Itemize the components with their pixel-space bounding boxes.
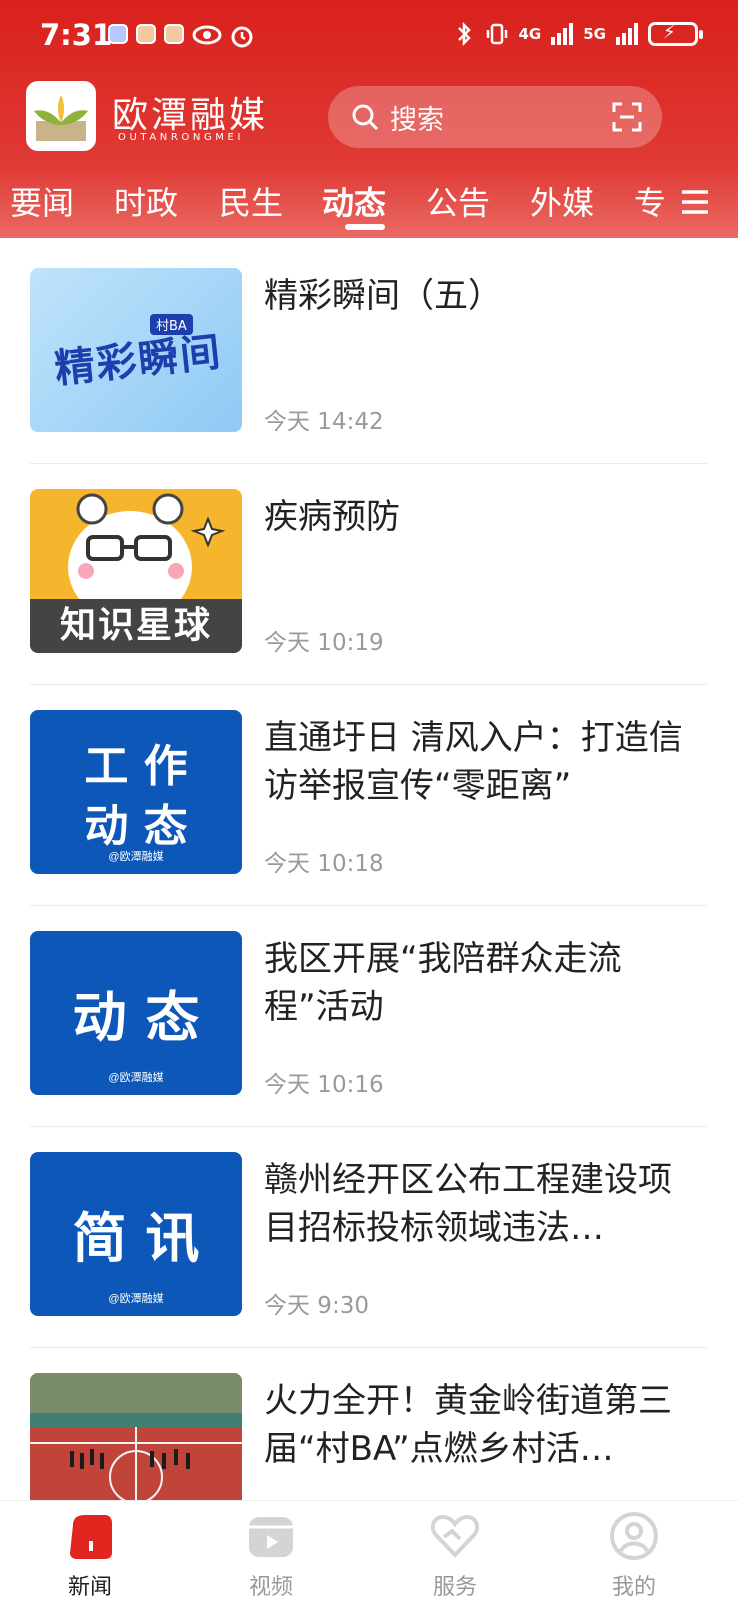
list-item[interactable]: 知识星球 疾病预防 今天 10:19 <box>30 459 708 685</box>
brand-logo[interactable] <box>26 81 96 151</box>
thumbnail-watermark: @欧潭融媒 <box>108 1072 164 1084</box>
nav-label: 服务 <box>432 1575 477 1600</box>
list-item[interactable]: 工 作 动 态 @欧潭融媒 直通圩日 清风入户：打造信访举报宣传“零距离” 今天… <box>30 680 708 906</box>
search-icon <box>352 104 379 131</box>
tab-dongtai[interactable]: 动态 <box>322 178 386 224</box>
article-thumbnail: 简 讯 @欧潭融媒 <box>30 1152 242 1316</box>
tab-gonggao[interactable]: 公告 <box>426 178 490 224</box>
article-time: 今天 14:42 <box>264 409 384 435</box>
app-notification-icon <box>136 24 156 44</box>
status-bar: 7:31 4G 5G ⚡ <box>0 0 738 72</box>
article-time: 今天 10:18 <box>264 851 384 877</box>
article-thumbnail <box>30 1373 242 1500</box>
app-notification-icon <box>108 24 128 44</box>
bluetooth-icon <box>457 22 471 46</box>
nav-label: 新闻 <box>67 1575 112 1600</box>
article-title: 我区开展“我陪群众走流程”活动 <box>264 939 622 1027</box>
vibrate-icon <box>486 23 507 45</box>
menu-icon[interactable] <box>680 188 710 216</box>
tab-waimei[interactable]: 外媒 <box>530 178 594 224</box>
cartoon-bear-icon <box>68 493 226 599</box>
nav-label: 我的 <box>611 1575 656 1600</box>
search-bar[interactable]: 搜索 <box>328 86 662 148</box>
service-icon <box>430 1514 480 1558</box>
video-icon <box>249 1517 293 1557</box>
active-tab-indicator <box>345 224 385 230</box>
article-thumbnail: 工 作 动 态 @欧潭融媒 <box>30 710 242 874</box>
status-time: 7:31 <box>40 18 113 52</box>
brand-name: 欧潭融媒 <box>112 95 269 136</box>
list-item[interactable]: 精彩瞬间 村BA 精彩瞬间（五） 今天 14:42 <box>30 238 708 464</box>
thumbnail-text: 工 作 <box>84 741 188 792</box>
category-tabs: 要闻 时政 民生 动态 公告 外媒 专 <box>0 172 738 238</box>
article-thumbnail: 知识星球 <box>30 489 242 653</box>
bottom-navigation: 新闻 视频 服务 我的 <box>0 1500 738 1600</box>
signal-icon <box>551 23 574 45</box>
battery-icon: ⚡ <box>648 22 703 46</box>
network-label-4g: 4G <box>518 25 542 43</box>
article-thumbnail: 精彩瞬间 村BA <box>30 268 242 432</box>
list-item[interactable]: 简 讯 @欧潭融媒 赣州经开区公布工程建设项目招标投标领域违法… 今天 9:30 <box>30 1122 708 1348</box>
thumbnail-watermark: @欧潭融媒 <box>108 1293 164 1305</box>
nav-service[interactable]: 服务 <box>395 1511 515 1601</box>
eye-icon <box>192 25 222 45</box>
thumbnail-tag: 村BA <box>150 314 193 335</box>
tab-minsheng[interactable]: 民生 <box>219 178 283 224</box>
network-label-5g: 5G <box>583 25 606 43</box>
article-title: 精彩瞬间（五） <box>264 276 502 316</box>
scan-icon[interactable] <box>612 102 642 132</box>
thumbnail-text: 简 讯 <box>72 1206 200 1270</box>
article-time: 今天 10:19 <box>264 630 384 656</box>
logo-icon <box>34 95 88 141</box>
signal-icon <box>616 23 638 45</box>
profile-icon <box>610 1512 658 1560</box>
system-status: 4G 5G ⚡ <box>455 22 703 46</box>
basketball-court-photo <box>30 1373 242 1500</box>
article-time: 今天 10:16 <box>264 1072 384 1098</box>
thumbnail-text: 精彩瞬间 <box>52 329 225 393</box>
news-list: 精彩瞬间 村BA 精彩瞬间（五） 今天 14:42 知识星球 疾病预防 今天 1… <box>0 238 738 1500</box>
article-thumbnail: 动 态 @欧潭融媒 <box>30 931 242 1095</box>
thumbnail-text: 知识星球 <box>30 599 242 653</box>
thumbnail-text: 动 态 <box>84 801 188 852</box>
thumbnail-watermark: @欧潭融媒 <box>108 851 164 863</box>
thumbnail-text: 动 态 <box>72 985 200 1049</box>
app-header: 7:31 4G 5G ⚡ 欧潭融媒 OUTANRONGMEI 搜索 要闻 时政 … <box>0 0 738 238</box>
search-placeholder: 搜索 <box>390 104 444 136</box>
tab-shizheng[interactable]: 时政 <box>114 178 178 224</box>
article-time: 今天 9:30 <box>264 1293 369 1319</box>
list-item[interactable]: 火力全开！黄金岭街道第三届“村BA”点燃乡村活… <box>30 1343 708 1500</box>
tab-yaowen[interactable]: 要闻 <box>10 178 74 224</box>
article-title: 赣州经开区公布工程建设项目招标投标领域违法… <box>264 1160 672 1248</box>
tab-zhuan[interactable]: 专 <box>634 178 666 224</box>
nav-video[interactable]: 视频 <box>211 1511 331 1601</box>
article-title: 直通圩日 清风入户：打造信访举报宣传“零距离” <box>264 718 683 806</box>
nav-news[interactable]: 新闻 <box>30 1511 150 1601</box>
nav-profile[interactable]: 我的 <box>574 1511 694 1601</box>
alarm-icon <box>231 26 253 48</box>
news-icon <box>70 1515 112 1559</box>
brand-subtitle: OUTANRONGMEI <box>118 132 244 143</box>
notification-icons <box>108 24 254 48</box>
nav-label: 视频 <box>248 1575 293 1600</box>
app-notification-icon <box>164 24 184 44</box>
article-title: 疾病预防 <box>264 497 400 537</box>
list-item[interactable]: 动 态 @欧潭融媒 我区开展“我陪群众走流程”活动 今天 10:16 <box>30 901 708 1127</box>
article-title: 火力全开！黄金岭街道第三届“村BA”点燃乡村活… <box>264 1381 672 1469</box>
